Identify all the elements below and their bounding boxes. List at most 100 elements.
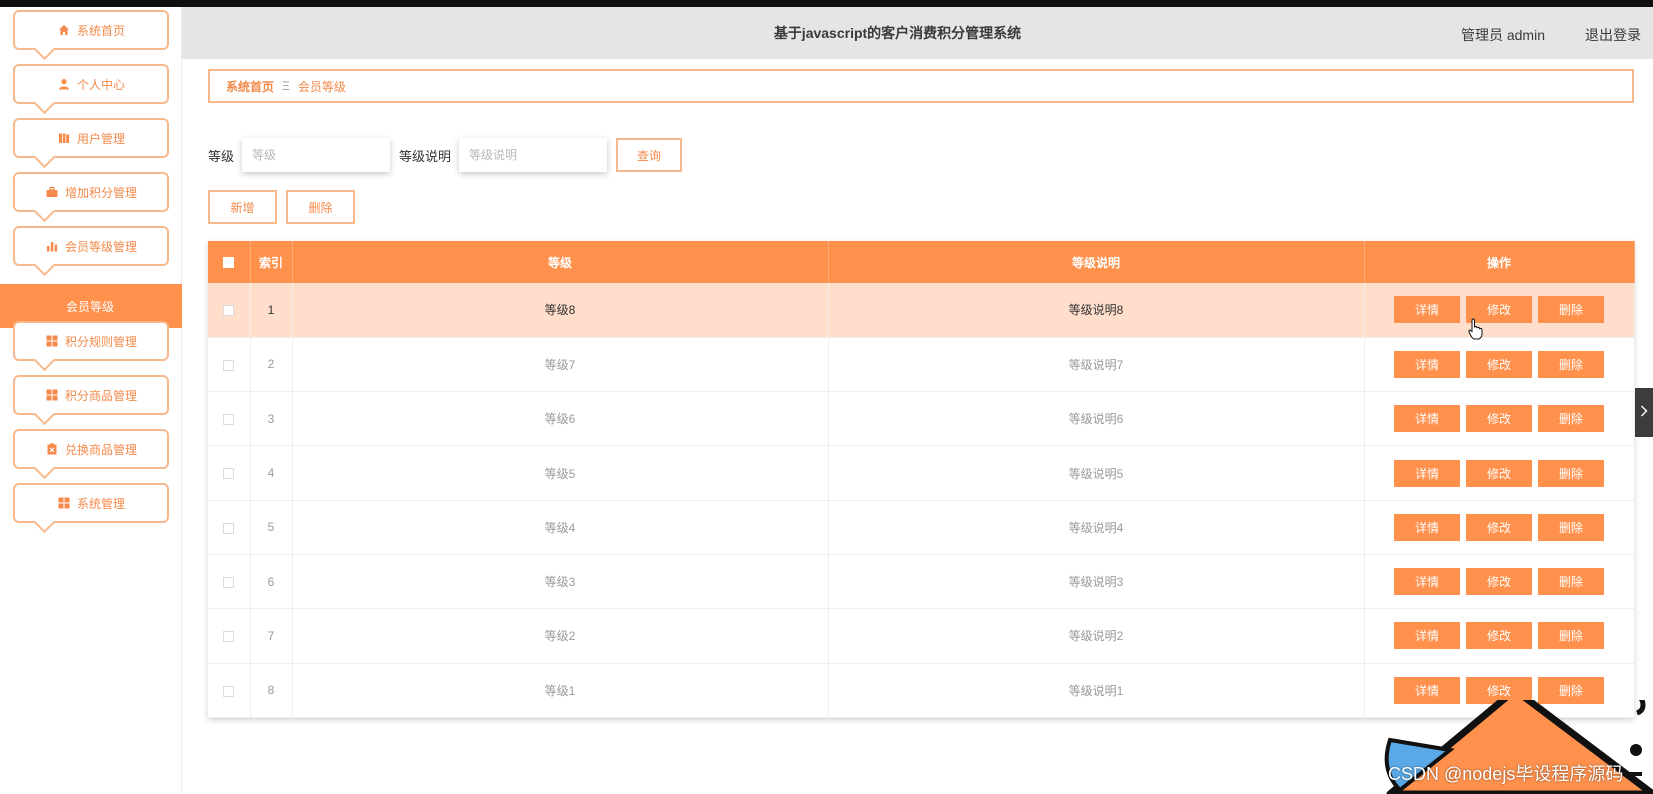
table-header-row: 索引 等级 等级说明 操作: [208, 241, 1635, 283]
sidebar-item-member-levels[interactable]: 会员等级管理: [13, 226, 169, 266]
detail-button[interactable]: 详情: [1394, 350, 1460, 378]
sidebar-item-label: 系统管理: [76, 496, 125, 511]
table-row[interactable]: 2 等级7 等级说明7 详情 修改 删除: [208, 337, 1635, 393]
briefcase-icon: [45, 185, 59, 199]
sidebar-item-label: 积分商品管理: [64, 388, 137, 403]
edit-button[interactable]: 修改: [1466, 513, 1532, 541]
column-header-level: 等级: [292, 241, 829, 283]
watermark: CSDN @nodejs毕设程序源码: [1388, 764, 1624, 784]
level-desc-input[interactable]: [459, 138, 608, 172]
level-desc-label: 等级说明: [399, 148, 452, 164]
edit-button[interactable]: 修改: [1466, 622, 1532, 650]
add-button[interactable]: 新增: [208, 190, 277, 224]
app-window: 系统首页 个人中心 用户管理 增加积分管理 会员等级管理 会员等级 积分规则管理…: [0, 0, 1653, 794]
level-input[interactable]: [242, 138, 391, 172]
top-strip: [0, 0, 1653, 7]
delete-button[interactable]: 删除: [1538, 622, 1604, 650]
row-checkbox[interactable]: [223, 631, 235, 643]
row-desc: 等级说明4: [828, 500, 1365, 555]
row-checkbox[interactable]: [223, 305, 235, 317]
breadcrumb-home[interactable]: 系统首页: [226, 78, 274, 95]
row-checkbox[interactable]: [223, 468, 235, 480]
table-row[interactable]: 5 等级4 等级说明4 详情 修改 删除: [208, 500, 1635, 555]
detail-button[interactable]: 详情: [1394, 405, 1460, 433]
row-checkbox[interactable]: [223, 685, 235, 697]
sidebar-item-profile[interactable]: 个人中心: [13, 64, 169, 104]
book-icon: [57, 131, 71, 145]
action-bar: 新增 删除: [208, 190, 355, 224]
edit-button[interactable]: 修改: [1466, 459, 1532, 487]
sidebar-item-add-points[interactable]: 增加积分管理: [13, 172, 169, 212]
delete-button[interactable]: 删除: [1538, 513, 1604, 541]
bar-chart-icon: [45, 239, 59, 253]
edit-button[interactable]: 修改: [1466, 405, 1532, 433]
row-level: 等级6: [292, 391, 829, 447]
batch-delete-button[interactable]: 删除: [286, 190, 355, 224]
detail-button[interactable]: 详情: [1394, 296, 1460, 324]
detail-button[interactable]: 详情: [1394, 568, 1460, 596]
row-desc: 等级说明5: [828, 445, 1365, 501]
delete-button[interactable]: 删除: [1538, 405, 1604, 433]
row-level: 等级2: [292, 608, 829, 664]
sidebar-item-label: 个人中心: [76, 77, 125, 92]
sidebar-item-points-products[interactable]: 积分商品管理: [13, 375, 169, 415]
table-row[interactable]: 7 等级2 等级说明2 详情 修改 删除: [208, 608, 1635, 664]
detail-button[interactable]: 详情: [1394, 513, 1460, 541]
delete-button[interactable]: 删除: [1538, 296, 1604, 324]
detail-button[interactable]: 详情: [1394, 459, 1460, 487]
select-all-checkbox[interactable]: [223, 257, 235, 269]
detail-button[interactable]: 详情: [1394, 622, 1460, 650]
user-icon: [57, 77, 71, 91]
row-desc: 等级说明7: [828, 337, 1365, 393]
sidebar-item-label: 兑换商品管理: [64, 442, 137, 457]
sidebar-item-label: 系统首页: [76, 23, 125, 38]
row-level: 等级4: [292, 500, 829, 555]
sidebar-item-home[interactable]: 系统首页: [13, 10, 169, 50]
edit-button[interactable]: 修改: [1466, 350, 1532, 378]
side-panel-toggle[interactable]: [1635, 388, 1653, 437]
table-row[interactable]: 3 等级6 等级说明6 详情 修改 删除: [208, 391, 1635, 447]
row-level: 等级1: [292, 663, 829, 718]
row-index: 1: [250, 283, 293, 338]
edit-button[interactable]: 修改: [1466, 568, 1532, 596]
delete-button[interactable]: 删除: [1538, 568, 1604, 596]
mouse-pointer-icon: [1468, 318, 1483, 340]
row-checkbox[interactable]: [223, 414, 235, 426]
grid-icon: [45, 388, 59, 402]
grid-icon: [45, 334, 59, 348]
column-header-ops: 操作: [1364, 241, 1635, 283]
row-desc: 等级说明8: [828, 283, 1365, 338]
sidebar-item-exchange-products[interactable]: 兑换商品管理: [13, 429, 169, 469]
table-row[interactable]: 6 等级3 等级说明3 详情 修改 删除: [208, 554, 1635, 610]
sidebar-subitem-label: 会员等级: [66, 299, 115, 314]
row-index: 2: [250, 337, 293, 393]
row-checkbox[interactable]: [223, 576, 235, 588]
delete-button[interactable]: 删除: [1538, 350, 1604, 378]
breadcrumb: 系统首页 Ξ 会员等级: [208, 69, 1634, 103]
select-all-cell: [208, 241, 251, 283]
table-row[interactable]: 1 等级8 等级说明8 详情 修改 删除: [208, 283, 1635, 338]
level-label: 等级: [208, 148, 235, 164]
row-desc: 等级说明2: [828, 608, 1365, 664]
row-index: 3: [250, 391, 293, 447]
row-checkbox[interactable]: [223, 359, 235, 371]
row-checkbox[interactable]: [223, 522, 235, 534]
logout-link[interactable]: 退出登录: [1585, 25, 1641, 45]
row-level: 等级8: [292, 283, 829, 338]
row-index: 8: [250, 663, 293, 718]
row-level: 等级3: [292, 554, 829, 610]
search-bar: 等级 等级说明 查询: [208, 137, 683, 173]
sidebar-item-label: 会员等级管理: [64, 239, 137, 254]
sidebar-item-users[interactable]: 用户管理: [13, 118, 169, 158]
sidebar-item-label: 用户管理: [76, 131, 125, 146]
sidebar: 系统首页 个人中心 用户管理 增加积分管理 会员等级管理 会员等级 积分规则管理…: [0, 7, 182, 794]
table-row[interactable]: 4 等级5 等级说明5 详情 修改 删除: [208, 445, 1635, 501]
sidebar-item-system[interactable]: 系统管理: [13, 483, 169, 523]
delete-button[interactable]: 删除: [1538, 459, 1604, 487]
row-level: 等级7: [292, 337, 829, 393]
clipboard-icon: [45, 442, 59, 456]
sidebar-item-points-rules[interactable]: 积分规则管理: [13, 321, 169, 361]
column-header-desc: 等级说明: [828, 241, 1365, 283]
query-button[interactable]: 查询: [616, 138, 683, 172]
row-index: 6: [250, 554, 293, 610]
